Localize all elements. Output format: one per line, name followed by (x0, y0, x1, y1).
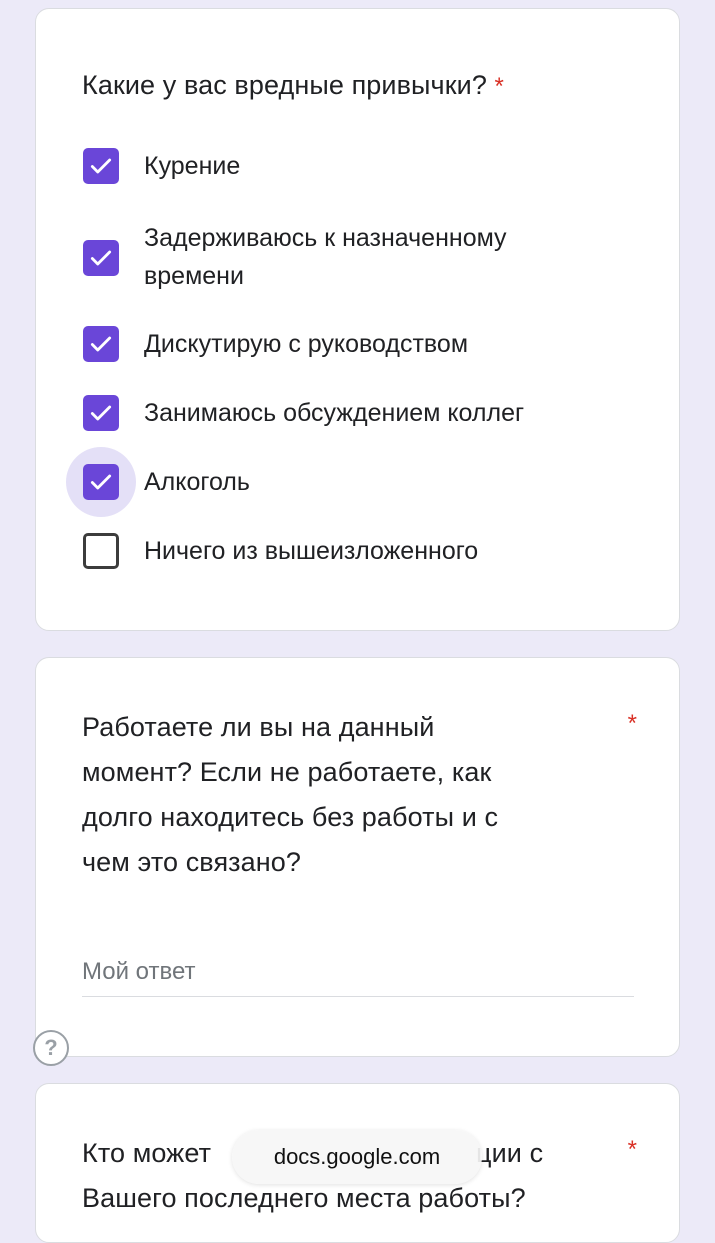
question-title: Работаете ли вы на данный момент? Если н… (82, 712, 499, 877)
option-label: Занимаюсь обсуждением коллег (144, 399, 525, 427)
option-alcohol[interactable]: Алкоголь (66, 447, 642, 517)
option-label: Задерживаюсь к назначенному времени (144, 224, 507, 290)
question-card-employment: Работаете ли вы на данный момент? Если н… (35, 657, 680, 1057)
option-none[interactable]: Ничего из вышеизложенного (82, 532, 642, 570)
url-bar[interactable]: docs.google.com (232, 1130, 482, 1184)
required-asterisk: * (494, 73, 504, 100)
option-label: Дискутирую с руководством (144, 330, 469, 358)
help-icon[interactable]: ? (33, 1030, 69, 1066)
check-icon (90, 158, 112, 174)
checkbox-checked[interactable] (83, 464, 119, 500)
checkbox-checked[interactable] (83, 240, 119, 276)
option-label: Алкоголь (144, 468, 250, 496)
url-text: docs.google.com (273, 1144, 441, 1169)
required-asterisk: * (627, 1136, 637, 1163)
checkbox-checked[interactable] (83, 148, 119, 184)
check-icon (90, 405, 112, 421)
check-icon (90, 250, 112, 266)
option-smoking[interactable]: Курение (82, 147, 642, 185)
checkbox-checked[interactable] (83, 326, 119, 362)
check-icon (90, 474, 112, 490)
option-label: Ничего из вышеизложенного (144, 537, 479, 565)
option-gossip[interactable]: Занимаюсь обсуждением коллег (82, 394, 642, 432)
option-late[interactable]: Задерживаюсь к назначенному времени (82, 219, 642, 295)
required-asterisk: * (627, 710, 637, 737)
check-icon (90, 336, 112, 352)
checkbox-unchecked[interactable] (83, 533, 119, 569)
question-title: Какие у вас вредные привычки? * (82, 70, 504, 100)
option-label: Курение (144, 152, 241, 180)
option-discuss-management[interactable]: Дискутирую с руководством (82, 325, 642, 363)
answer-input[interactable] (82, 948, 634, 997)
checkbox-checked[interactable] (83, 395, 119, 431)
question-card-habits: Какие у вас вредные привычки? * Курение … (35, 8, 680, 631)
